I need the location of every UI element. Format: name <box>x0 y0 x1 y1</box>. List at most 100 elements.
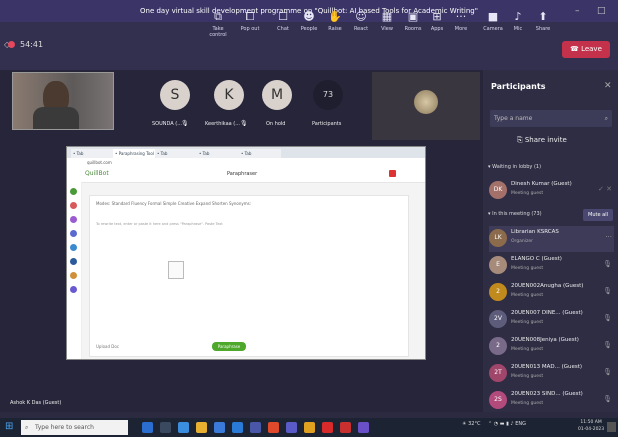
mic-button[interactable]: ♪ Mic <box>505 10 531 32</box>
participant-row[interactable]: 2S 20UEN023 SIND... (Guest) Meeting gues… <box>489 388 614 414</box>
share-icon: ⬆ <box>538 10 548 23</box>
store-icon[interactable] <box>214 422 225 433</box>
participant-tile-s[interactable]: S <box>160 80 190 110</box>
paste-icon[interactable] <box>168 261 184 279</box>
mode-selector[interactable]: Modes: Standard Fluency Formal Simple Cr… <box>96 201 251 206</box>
participant-row[interactable]: LK Librarian KSRCAS Organizer ··· <box>489 226 614 252</box>
mic-icon: ♪ <box>514 10 522 23</box>
paraphrase-button[interactable]: Paraphrase <box>212 342 246 351</box>
extension-icon[interactable] <box>70 286 77 293</box>
file-explorer-icon[interactable] <box>196 422 207 433</box>
view-button[interactable]: ▦ View <box>374 10 400 32</box>
participant-role: Meeting guest <box>511 293 544 298</box>
edge-icon[interactable] <box>178 422 189 433</box>
close-icon[interactable]: ✕ <box>604 81 612 91</box>
browser-tab-strip: • Tab • Paraphrasing Tool • Tab • Tab • … <box>67 147 425 158</box>
citation-icon[interactable] <box>70 258 77 265</box>
minimize-button[interactable]: – <box>575 0 580 22</box>
apps-button[interactable]: ⊞ Apps <box>424 10 450 32</box>
participant-row[interactable]: 2 20UEN008Jeniya (Guest) Meeting guest 🎙 <box>489 334 614 360</box>
participant-name: Dinesh Kumar (Guest) <box>511 181 572 187</box>
rooms-button[interactable]: ▣ Rooms <box>400 10 426 32</box>
participant-row[interactable]: E ELANGO C (Guest) Meeting guest 🎙 <box>489 253 614 279</box>
avatar: 2 <box>489 283 507 301</box>
rooms-icon: ▣ <box>407 10 419 23</box>
task-view-icon[interactable] <box>160 422 171 433</box>
taskbar-search-placeholder: Type here to search <box>35 424 94 431</box>
participant-label: On hold <box>266 121 286 127</box>
participant-label: Participants <box>312 121 342 127</box>
camera-button[interactable]: ■ Camera <box>480 10 506 32</box>
leave-button[interactable]: ☎ Leave <box>562 41 610 58</box>
clock[interactable]: 11:50 AM 01-04-2023 <box>578 419 604 433</box>
browser-tab[interactable]: • Tab <box>71 149 113 158</box>
teams-icon[interactable] <box>286 422 297 433</box>
plagiarism-icon[interactable] <box>70 216 77 223</box>
participant-search-input[interactable]: Type a name ⌕ <box>490 110 612 127</box>
participant-role: Meeting guest <box>511 347 544 352</box>
browser-tab[interactable]: • Tab <box>155 149 197 158</box>
in-meeting-header[interactable]: ▾ In this meeting (73) <box>488 211 542 217</box>
share-button[interactable]: ⬆ Share <box>530 10 556 32</box>
clock-time: 11:50 AM <box>580 420 602 425</box>
lobby-participant[interactable]: DK Dinesh Kumar (Guest) Meeting guest ✓ … <box>489 178 614 204</box>
cortana-icon[interactable] <box>142 422 153 433</box>
app-icon[interactable] <box>358 422 369 433</box>
app-header: QuillBot Paraphraser <box>67 168 425 183</box>
paraphraser-icon[interactable] <box>70 188 77 195</box>
participant-tile-k[interactable]: K <box>214 80 244 110</box>
browser-tab[interactable]: • Tab <box>197 149 239 158</box>
participant-name: 20UEN013 MAD... (Guest) <box>511 364 583 370</box>
input-text-area[interactable]: To rewrite text, enter or paste it here … <box>96 222 246 227</box>
view-icon: ▦ <box>381 10 393 23</box>
participant-role: Meeting guest <box>511 320 544 325</box>
summarizer-icon[interactable] <box>70 244 77 251</box>
upload-doc-button[interactable]: Upload Doc <box>96 344 119 349</box>
chat-button[interactable]: ☐ Chat <box>270 10 296 32</box>
more-button[interactable]: ··· More <box>448 10 474 32</box>
chrome-icon[interactable] <box>268 422 279 433</box>
avatar: LK <box>489 229 507 247</box>
taskbar-search-input[interactable]: ⌕ Type here to search <box>21 420 128 435</box>
mute-all-button[interactable]: Mute all <box>583 209 613 221</box>
participant-row[interactable]: 2T 20UEN013 MAD... (Guest) Meeting guest… <box>489 361 614 387</box>
people-button[interactable]: ☻ People <box>296 10 322 32</box>
powerpoint-icon[interactable] <box>340 422 351 433</box>
browser-tab[interactable]: • Tab <box>239 149 281 158</box>
pdf-icon[interactable] <box>322 422 333 433</box>
more-options-icon[interactable]: ··· <box>605 233 612 241</box>
browser-tab[interactable]: • Paraphrasing Tool <box>113 149 155 158</box>
gift-icon[interactable] <box>389 170 396 177</box>
raise-hand-button[interactable]: ✋ Raise <box>322 10 348 32</box>
participant-tile-m[interactable]: M <box>262 80 292 110</box>
react-button[interactable]: ☺ React <box>348 10 374 32</box>
folder-icon[interactable] <box>304 422 315 433</box>
more-participants-tile[interactable]: 73 <box>313 80 343 110</box>
phone-icon: ☎ <box>570 45 582 53</box>
notifications-icon[interactable] <box>607 422 616 432</box>
word-icon[interactable] <box>250 422 261 433</box>
participant-name: 20UEN023 SIND... (Guest) <box>511 391 583 397</box>
participant-row[interactable]: 2V 20UEN007 DINE... (Guest) Meeting gues… <box>489 307 614 333</box>
maximize-button[interactable]: □ <box>597 0 606 22</box>
screen-share-icon: ⧉ <box>214 10 222 23</box>
participant-row[interactable]: 2 20UEN002Anugha (Guest) Meeting guest 🎙 <box>489 280 614 306</box>
lobby-header[interactable]: ▾ Waiting in lobby (1) <box>488 164 541 170</box>
windows-start-icon[interactable]: ⊞ <box>5 421 13 432</box>
translator-icon[interactable] <box>70 272 77 279</box>
avatar: S <box>160 80 190 110</box>
pop-out-button[interactable]: ⧠ Pop out <box>237 10 263 32</box>
mail-icon[interactable] <box>232 422 243 433</box>
quillbot-logo: QuillBot <box>85 170 109 177</box>
people-icon: ☻ <box>303 10 315 23</box>
camera-icon: ■ <box>487 10 499 23</box>
tray-icons[interactable]: ⌃ ◔ ▬ ▮ ♪ ENG <box>488 421 526 427</box>
avatar: 2 <box>489 337 507 355</box>
search-icon: ⌕ <box>604 115 608 122</box>
participant-name: Librarian KSRCAS <box>511 229 559 235</box>
share-invite-button[interactable]: ⎘ Share invite <box>517 136 567 145</box>
cowriter-icon[interactable] <box>70 230 77 237</box>
admit-icon[interactable]: ✓ ✕ <box>598 185 612 193</box>
take-control-button[interactable]: ⧉ Take control <box>205 10 231 38</box>
grammar-icon[interactable] <box>70 202 77 209</box>
